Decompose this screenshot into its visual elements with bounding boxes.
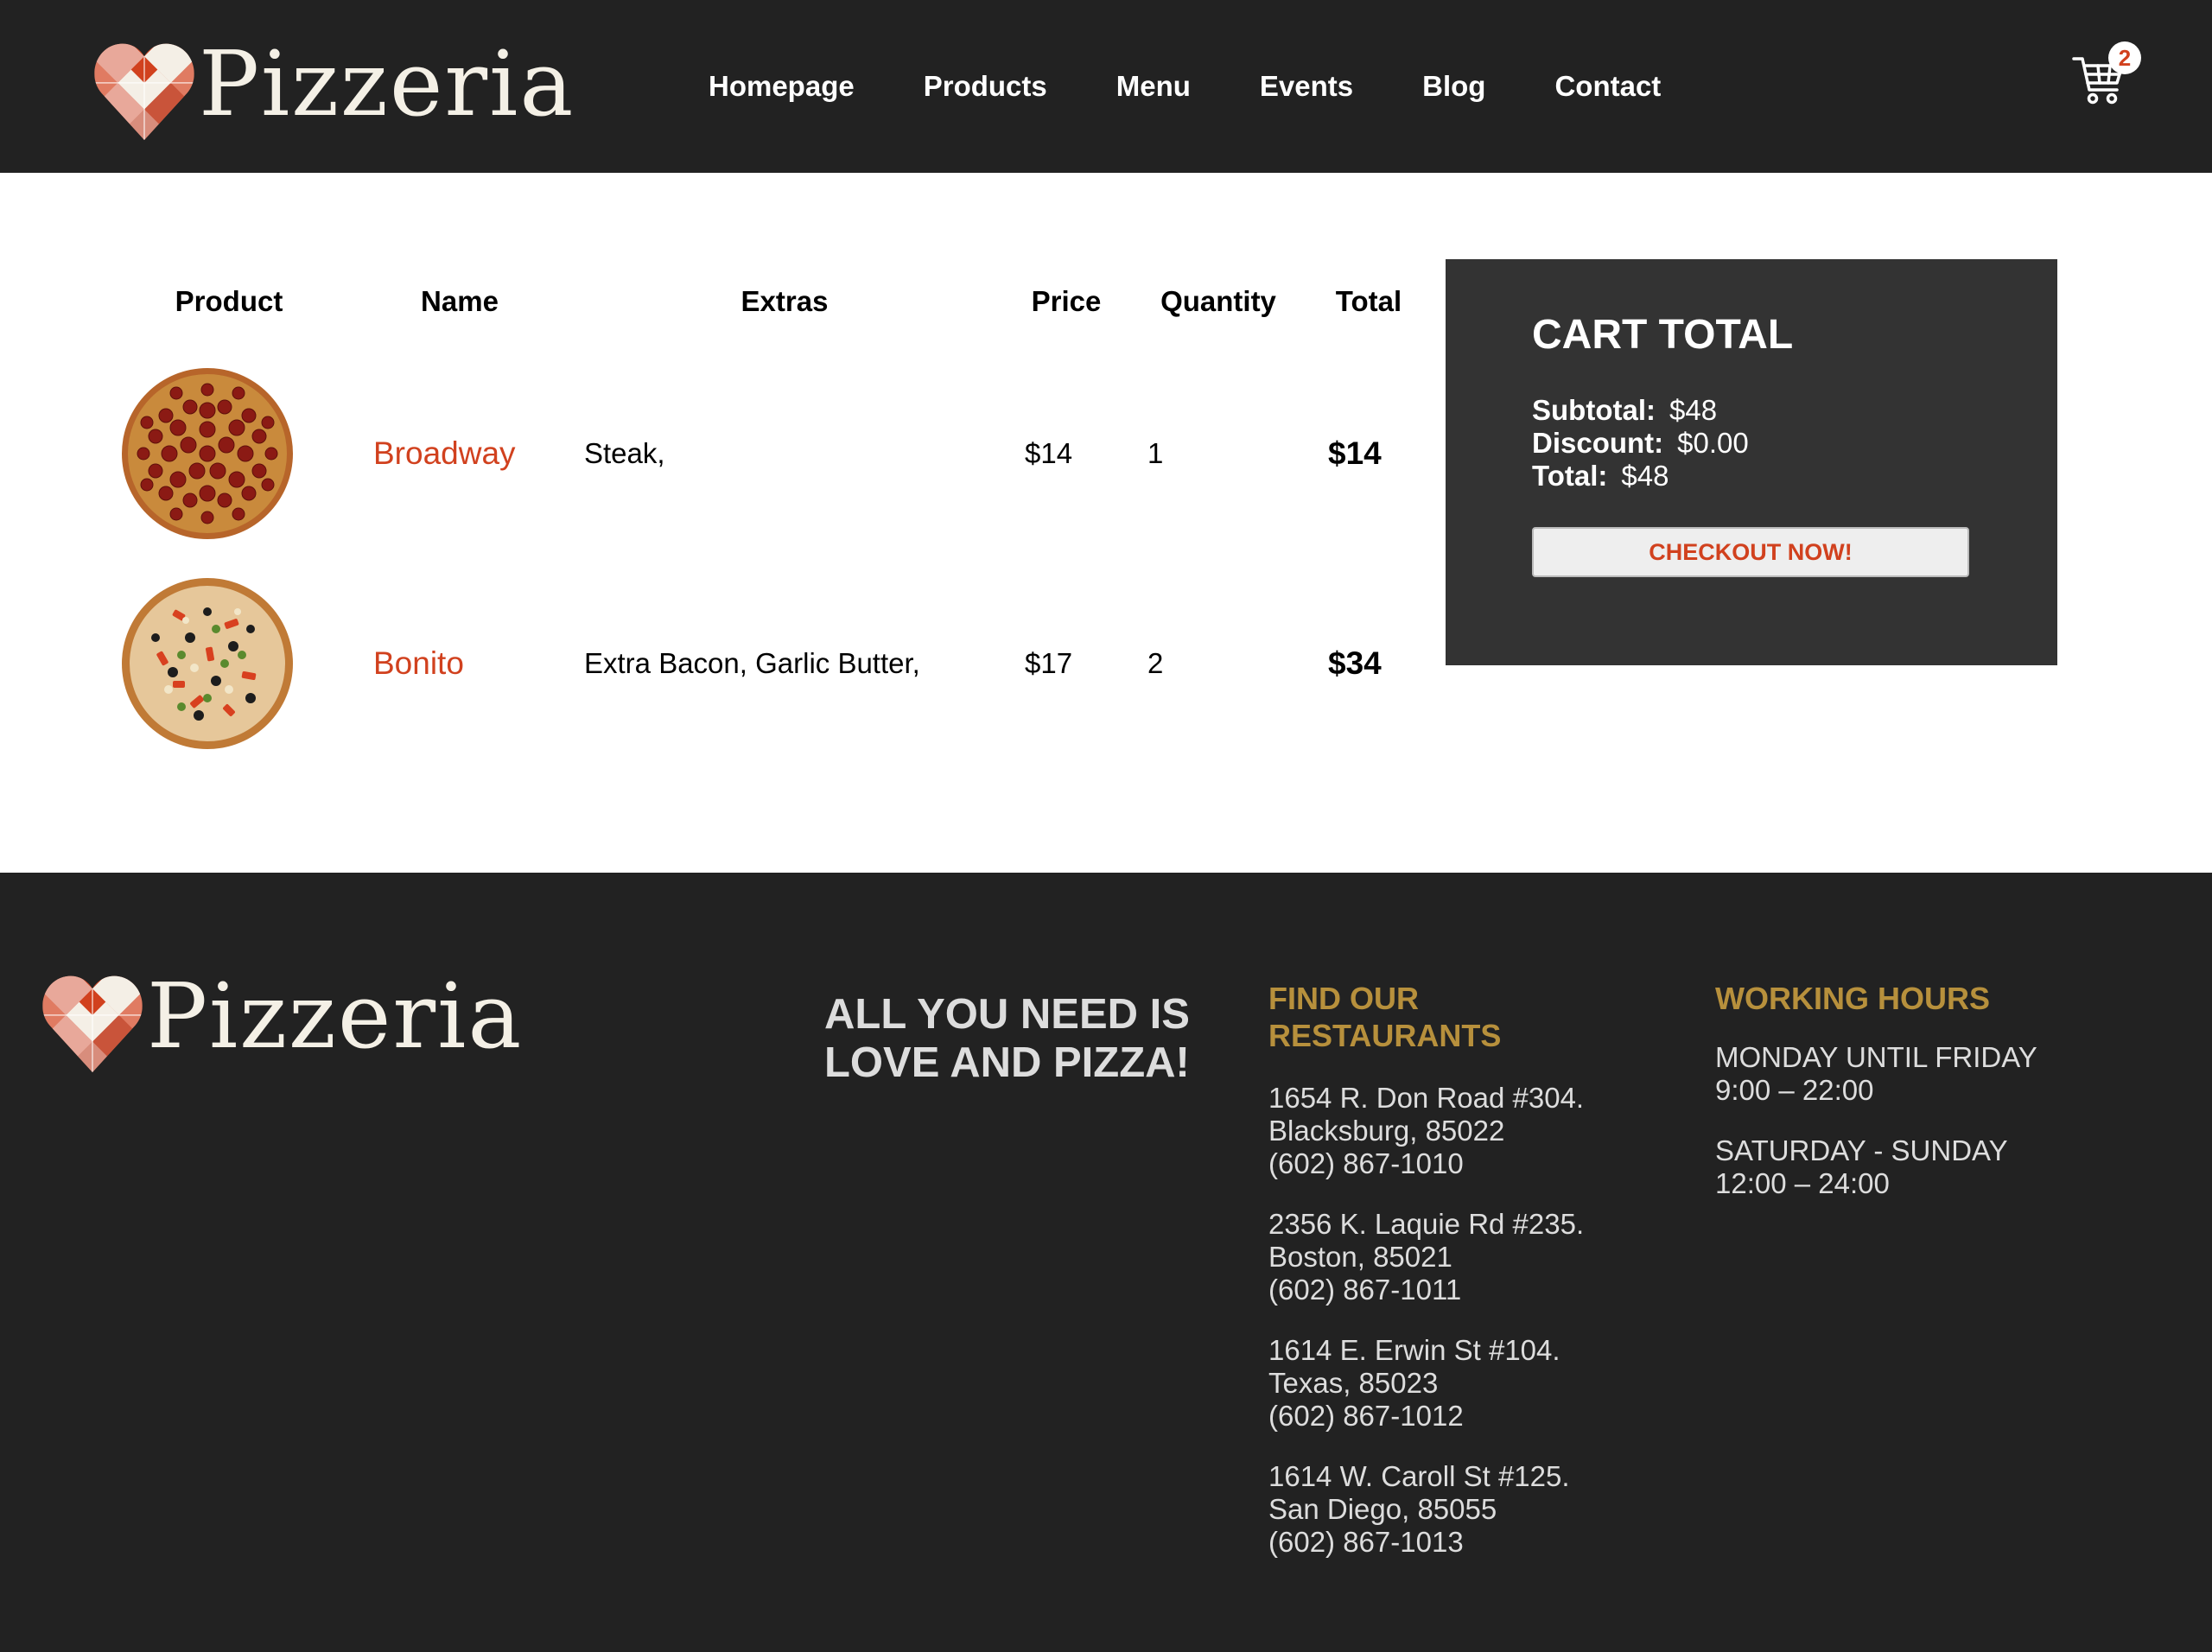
address-line: 1614 W. Caroll St #125. [1268, 1460, 1570, 1492]
product-quantity: 1 [1147, 437, 1164, 469]
total-label: Total: [1532, 460, 1608, 492]
subtotal-label: Subtotal: [1532, 394, 1656, 426]
discount-value: $0.00 [1677, 427, 1749, 459]
slogan-line: ALL YOU NEED IS [824, 991, 1190, 1038]
working-hours-column: WORKING HOURS MONDAY UNTIL FRIDAY 9:00 –… [1715, 980, 2037, 1228]
restaurants-column: FIND OUR RESTAURANTS 1654 R. Don Road #3… [1268, 980, 1584, 1586]
product-price: $14 [1025, 437, 1073, 469]
discount-label: Discount: [1532, 427, 1664, 459]
main-nav: Homepage Products Menu Events Blog Conta… [709, 0, 1730, 173]
cart-total-title: CART TOTAL [1532, 312, 1794, 358]
nav-link-homepage[interactable]: Homepage [709, 70, 855, 103]
brand-logo[interactable]: Pizzeria [93, 33, 575, 145]
heart-logo-icon [94, 43, 194, 141]
header-quantity: Quantity [1160, 285, 1276, 317]
product-price: $17 [1025, 647, 1073, 679]
discount-line: Discount: $0.00 [1532, 427, 1749, 460]
subtotal-value: $48 [1669, 394, 1718, 426]
address-line: 1614 E. Erwin St #104. [1268, 1334, 1560, 1366]
nav-link-events[interactable]: Events [1260, 70, 1353, 103]
product-extras: Steak, [584, 437, 665, 469]
product-name-link[interactable]: Broadway [373, 367, 516, 540]
address-line: 1654 R. Don Road #304. [1268, 1082, 1585, 1114]
product-extras: Extra Bacon, Garlic Butter, [584, 647, 920, 679]
restaurants-title-line: RESTAURANTS [1268, 1018, 1502, 1053]
product-total: $14 [1328, 435, 1382, 471]
cart-total-summary: Subtotal: $48 Discount: $0.00 Total: $48 [1532, 394, 1749, 492]
cart-count-badge: 2 [2108, 41, 2141, 74]
restaurant-address: 1654 R. Don Road #304. Blacksburg, 85022… [1268, 1082, 1584, 1180]
city-line: Blacksburg, 85022 [1268, 1115, 1505, 1147]
header-product: Product [175, 285, 283, 317]
cart-total-panel: CART TOTAL Subtotal: $48 Discount: $0.00 T… [1446, 259, 2057, 665]
subtotal-line: Subtotal: $48 [1532, 394, 1749, 427]
checkout-button[interactable]: CHECKOUT NOW! [1532, 527, 1969, 577]
hours-entry: MONDAY UNTIL FRIDAY 9:00 – 22:00 [1715, 1041, 2037, 1107]
pepperoni-pizza-image [122, 368, 293, 539]
total-line: Total: $48 [1532, 460, 1749, 492]
heart-logo-icon [42, 975, 143, 1073]
cart-row: Broadway Steak, $14 1 $14 [112, 367, 1426, 549]
restaurant-address: 1614 W. Caroll St #125. San Diego, 85055… [1268, 1460, 1584, 1559]
restaurants-title: FIND OUR RESTAURANTS [1268, 980, 1584, 1054]
total-value: $48 [1621, 460, 1669, 492]
hours-days: SATURDAY - SUNDAY [1715, 1134, 2008, 1166]
working-hours-title: WORKING HOURS [1715, 981, 1990, 1016]
footer-brand-name: Pizzeria [147, 963, 524, 1069]
phone-line: (602) 867-1011 [1268, 1274, 1462, 1306]
header-extras: Extras [741, 285, 829, 317]
hours-entry: SATURDAY - SUNDAY 12:00 – 24:00 [1715, 1134, 2037, 1200]
phone-line: (602) 867-1013 [1268, 1526, 1464, 1558]
city-line: Boston, 85021 [1268, 1241, 1452, 1273]
city-line: Texas, 85023 [1268, 1367, 1439, 1399]
address-line: 2356 K. Laquie Rd #235. [1268, 1208, 1585, 1240]
product-total: $34 [1328, 645, 1382, 681]
nav-link-menu[interactable]: Menu [1116, 70, 1191, 103]
product-quantity: 2 [1147, 647, 1164, 679]
phone-line: (602) 867-1012 [1268, 1400, 1464, 1432]
restaurant-address: 1614 E. Erwin St #104. Texas, 85023 (602… [1268, 1334, 1584, 1433]
footer: Pizzeria ALL YOU NEED IS LOVE AND PIZZA!… [0, 873, 2212, 1652]
restaurants-title-line: FIND OUR [1268, 981, 1419, 1016]
restaurant-address: 2356 K. Laquie Rd #235. Boston, 85021 (6… [1268, 1208, 1584, 1306]
product-name-link[interactable]: Bonito [373, 577, 464, 750]
supreme-pizza-image [122, 578, 293, 749]
footer-brand-logo[interactable]: Pizzeria [41, 966, 523, 1077]
header-price: Price [1031, 285, 1102, 317]
footer-slogan: ALL YOU NEED IS LOVE AND PIZZA! [824, 990, 1190, 1087]
cart-row: Bonito Extra Bacon, Garlic Butter, $17 2… [112, 577, 1426, 759]
navbar: Pizzeria Homepage Products Menu Events B… [0, 0, 2212, 173]
city-line: San Diego, 85055 [1268, 1493, 1497, 1525]
header-name: Name [421, 285, 499, 317]
phone-line: (602) 867-1010 [1268, 1147, 1464, 1179]
hours-days: MONDAY UNTIL FRIDAY [1715, 1041, 2037, 1073]
brand-name: Pizzeria [199, 31, 575, 137]
nav-link-products[interactable]: Products [924, 70, 1047, 103]
nav-link-contact[interactable]: Contact [1554, 70, 1661, 103]
hours-time: 9:00 – 22:00 [1715, 1074, 1874, 1106]
hours-time: 12:00 – 24:00 [1715, 1167, 1890, 1199]
slogan-line: LOVE AND PIZZA! [824, 1039, 1190, 1086]
nav-link-blog[interactable]: Blog [1422, 70, 1485, 103]
header-total: Total [1335, 285, 1402, 317]
